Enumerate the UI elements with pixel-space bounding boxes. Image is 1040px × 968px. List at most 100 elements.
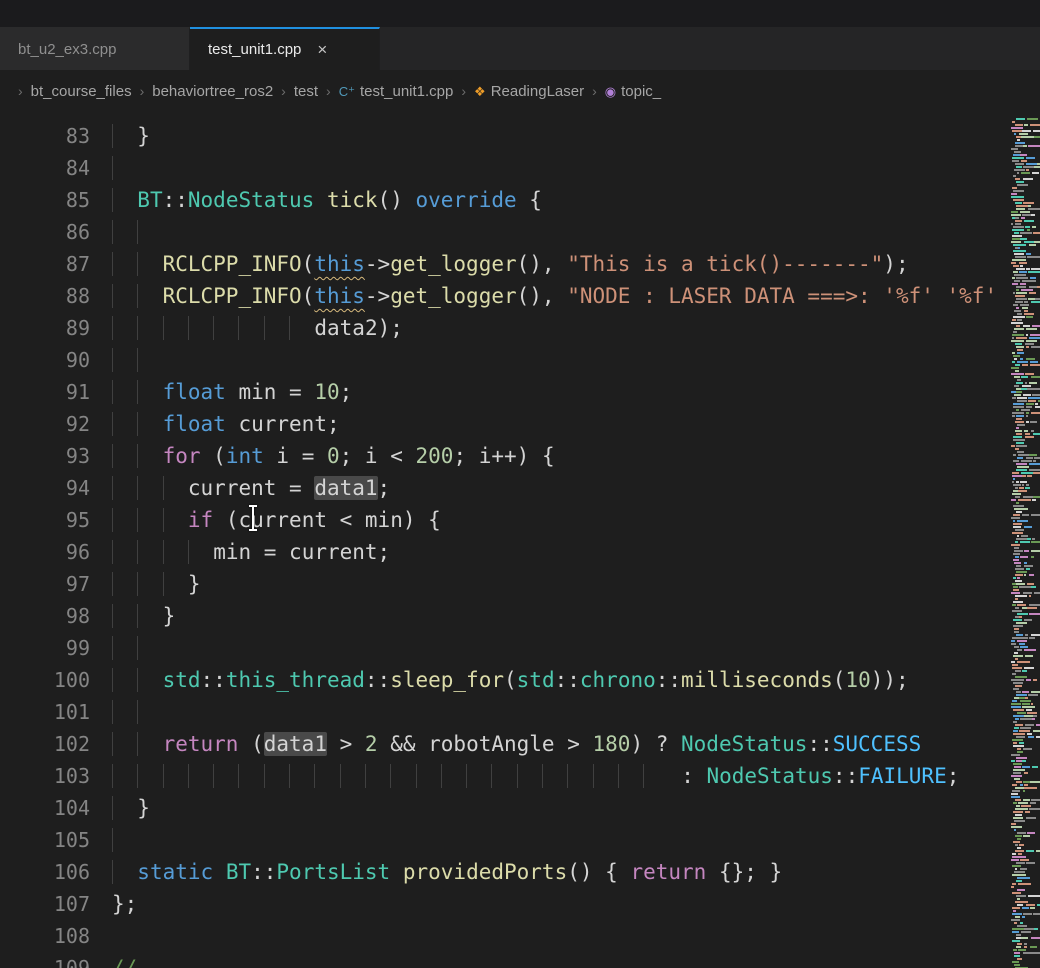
code-line[interactable]: 88 RCLCPP_INFO(this->get_logger(), "NODE… (0, 280, 1006, 312)
code-text (90, 152, 137, 184)
tab-test_unit1.cpp[interactable]: test_unit1.cpp × (190, 27, 380, 70)
code-line[interactable]: 101 (0, 696, 1006, 728)
code-text: } (90, 120, 150, 152)
tab-label: test_unit1.cpp (208, 41, 301, 58)
line-number[interactable]: 102 (0, 728, 90, 760)
code-line[interactable]: 95 if (current < min) { (0, 504, 1006, 536)
line-number[interactable]: 101 (0, 696, 90, 728)
code-line[interactable]: 86 (0, 216, 1006, 248)
code-line[interactable]: 97 } (0, 568, 1006, 600)
code-line[interactable]: 92 float current; (0, 408, 1006, 440)
title-bar (0, 0, 1040, 27)
chevron-right-icon: › (592, 83, 597, 99)
line-number[interactable]: 105 (0, 824, 90, 856)
line-number[interactable]: 107 (0, 888, 90, 920)
line-number[interactable]: 98 (0, 600, 90, 632)
code-line[interactable]: 83 } (0, 120, 1006, 152)
breadcrumb-item-ReadingLaser[interactable]: ❖ ReadingLaser (474, 83, 584, 100)
line-number[interactable]: 87 (0, 248, 90, 280)
line-number[interactable]: 108 (0, 920, 90, 952)
breadcrumb-item-test[interactable]: test (294, 83, 318, 100)
code-text: RCLCPP_INFO(this->get_logger(), "NODE : … (90, 280, 997, 312)
line-number[interactable]: 100 (0, 664, 90, 696)
code-text (90, 344, 163, 376)
line-number[interactable]: 91 (0, 376, 90, 408)
line-number[interactable]: 103 (0, 760, 90, 792)
tab-bt_u2_ex3.cpp[interactable]: bt_u2_ex3.cpp (0, 27, 190, 70)
breadcrumb-item-topic_[interactable]: ◉topic_ (605, 83, 661, 100)
code-text: float min = 10; (90, 376, 352, 408)
code-line[interactable]: 100 std::this_thread::sleep_for(std::chr… (0, 664, 1006, 696)
code-text: float current; (90, 408, 340, 440)
breadcrumb-item-test_unit1.cpp[interactable]: C⁺test_unit1.cpp (339, 83, 454, 100)
breadcrumb-label: bt_course_files (31, 83, 132, 100)
code-line[interactable]: 103 : NodeStatus::FAILURE; (0, 760, 1006, 792)
line-number[interactable]: 86 (0, 216, 90, 248)
code-line[interactable]: 89 data2); (0, 312, 1006, 344)
chevron-right-icon: › (140, 83, 145, 99)
chevron-right-icon: › (461, 83, 466, 99)
code-editor[interactable]: 83 }84 85 BT::NodeStatus tick() override… (0, 112, 1040, 968)
code-line[interactable]: 108 (0, 920, 1006, 952)
code-line[interactable]: 85 BT::NodeStatus tick() override { (0, 184, 1006, 216)
line-number[interactable]: 84 (0, 152, 90, 184)
code-line[interactable]: 105 (0, 824, 1006, 856)
tab-bar: bt_u2_ex3.cpp test_unit1.cpp × (0, 27, 1040, 70)
code-line[interactable]: 99 (0, 632, 1006, 664)
chevron-right-icon: › (18, 83, 23, 99)
code-line[interactable]: 104 } (0, 792, 1006, 824)
code-lines: 83 }84 85 BT::NodeStatus tick() override… (0, 120, 1006, 968)
line-number[interactable]: 90 (0, 344, 90, 376)
line-number[interactable]: 83 (0, 120, 90, 152)
code-line[interactable]: 96 min = current; (0, 536, 1006, 568)
breadcrumb-label: topic_ (621, 83, 661, 100)
code-text: } (90, 600, 175, 632)
breadcrumb-item-bt_course_files[interactable]: bt_course_files (31, 83, 132, 100)
code-line[interactable]: 90 (0, 344, 1006, 376)
code-text (90, 632, 163, 664)
line-number[interactable]: 99 (0, 632, 90, 664)
class-icon: ❖ (474, 85, 486, 98)
code-line[interactable]: 84 (0, 152, 1006, 184)
breadcrumb-label: behaviortree_ros2 (152, 83, 273, 100)
minimap[interactable] (1006, 112, 1040, 968)
code-text: : NodeStatus::FAILURE; (90, 760, 959, 792)
line-number[interactable]: 89 (0, 312, 90, 344)
line-number[interactable]: 104 (0, 792, 90, 824)
line-number[interactable]: 95 (0, 504, 90, 536)
close-icon[interactable]: × (315, 41, 329, 58)
breadcrumb-item-behaviortree_ros2[interactable]: behaviortree_ros2 (152, 83, 273, 100)
code-line[interactable]: 98 } (0, 600, 1006, 632)
tab-list: bt_u2_ex3.cpp test_unit1.cpp × (0, 27, 380, 70)
code-text: static BT::PortsList providedPorts() { r… (90, 856, 782, 888)
code-text: if (current < min) { (90, 504, 441, 536)
code-line[interactable]: 106 static BT::PortsList providedPorts()… (0, 856, 1006, 888)
line-number[interactable]: 94 (0, 472, 90, 504)
line-number[interactable]: 96 (0, 536, 90, 568)
code-line[interactable]: 94 current = data1; (0, 472, 1006, 504)
code-line[interactable]: 93 for (int i = 0; i < 200; i++) { (0, 440, 1006, 472)
code-line[interactable]: 102 return (data1 > 2 && robotAngle > 18… (0, 728, 1006, 760)
code-text (90, 920, 112, 952)
code-text: current = data1; (90, 472, 390, 504)
chevron-right-icon: › (281, 83, 286, 99)
line-number[interactable]: 93 (0, 440, 90, 472)
line-number[interactable]: 106 (0, 856, 90, 888)
code-text: }; (90, 888, 137, 920)
line-number[interactable]: 88 (0, 280, 90, 312)
code-line[interactable]: 107}; (0, 888, 1006, 920)
code-text: BT::NodeStatus tick() override { (90, 184, 542, 216)
line-number[interactable]: 97 (0, 568, 90, 600)
code-line[interactable]: 91 float min = 10; (0, 376, 1006, 408)
code-text: //--------------------------------------… (90, 952, 1006, 968)
line-number[interactable]: 92 (0, 408, 90, 440)
breadcrumb-label: ReadingLaser (491, 83, 584, 100)
code-line[interactable]: 87 RCLCPP_INFO(this->get_logger(), "This… (0, 248, 1006, 280)
line-number[interactable]: 109 (0, 952, 90, 968)
breadcrumb-label: test (294, 83, 318, 100)
line-number[interactable]: 85 (0, 184, 90, 216)
tab-label: bt_u2_ex3.cpp (18, 41, 116, 58)
code-line[interactable]: 109//-----------------------------------… (0, 952, 1006, 968)
code-text: min = current; (90, 536, 390, 568)
code-text: RCLCPP_INFO(this->get_logger(), "This is… (90, 248, 909, 280)
